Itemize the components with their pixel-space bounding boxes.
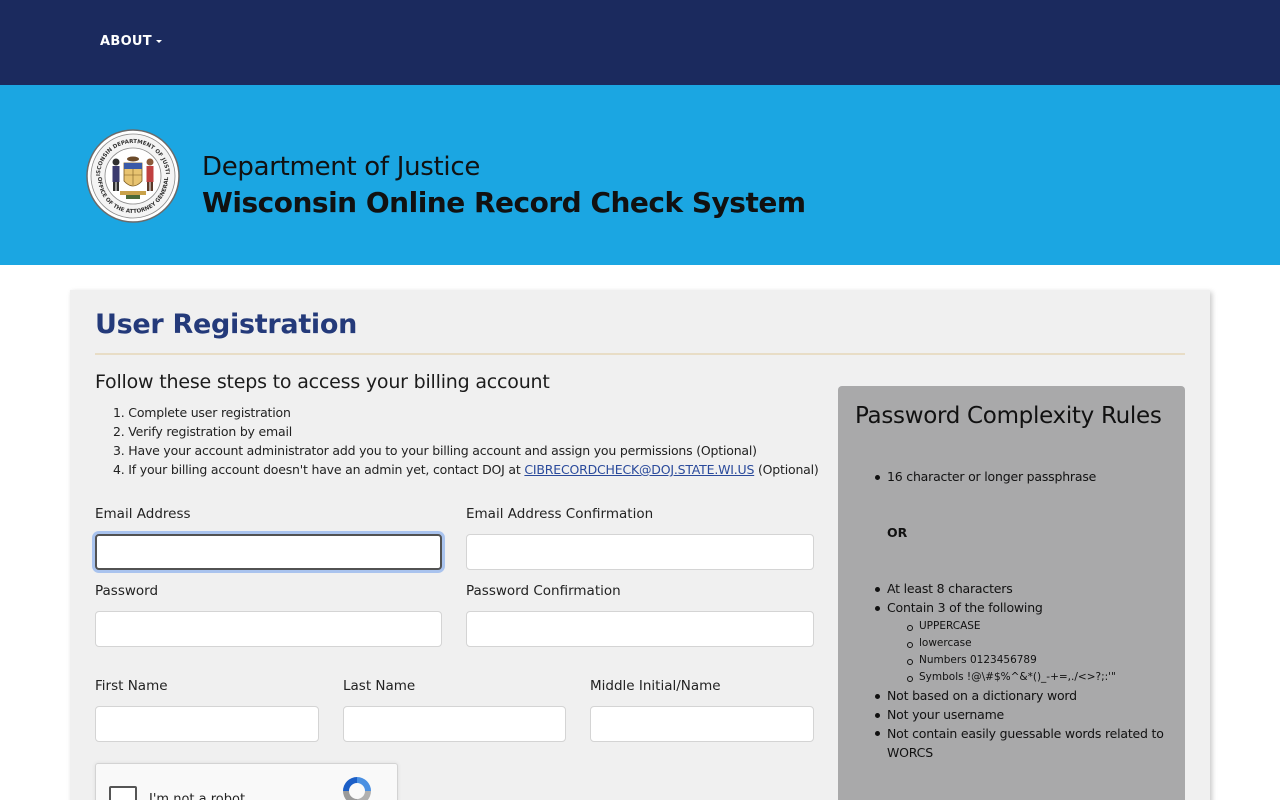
step4-text: 4. If your billing account doesn't have … [113,462,525,477]
doj-email-link[interactable]: CIBRECORDCHECK@DOJ.STATE.WI.US [524,462,754,477]
password-confirm-input[interactable] [466,611,814,647]
rule-guessable: Not contain easily guessable words relat… [875,725,1172,762]
password-confirm-label: Password Confirmation [466,583,621,599]
recaptcha-icon [343,777,371,800]
password-rules-title: Password Complexity Rules [855,403,1162,429]
steps-list: 1. Complete user registration 2. Verify … [113,403,819,479]
subrule-numbers: Numbers 0123456789 [907,654,1037,666]
list-item: 3. Have your account administrator add y… [113,443,757,458]
header-banner [0,85,1280,265]
rule-contain: Contain 3 of the following [875,600,1043,615]
middle-name-input[interactable] [590,706,814,742]
rule-dictionary: Not based on a dictionary word [875,688,1077,703]
subrule-symbols: Symbols !@\#$%^&*()_-+=,./<>?;:'" [907,671,1116,683]
title-divider [95,353,1185,355]
system-name: Wisconsin Online Record Check System [202,186,806,219]
email-confirm-input[interactable] [466,534,814,570]
recaptcha-label: I'm not a robot [149,792,246,800]
subrule-uppercase: UPPERCASE [907,620,981,632]
rule-min-chars: At least 8 characters [875,581,1013,596]
caret-down-icon [155,40,162,43]
recaptcha-widget: I'm not a robot [95,763,398,800]
page-title: User Registration [95,309,358,340]
first-name-input[interactable] [95,706,319,742]
rule-or: OR [887,525,908,540]
email-label: Email Address [95,506,191,522]
step4-suffix: (Optional) [754,462,819,477]
nav-about-label: ABOUT [100,34,152,49]
last-name-label: Last Name [343,678,416,694]
nav-about-menu[interactable]: ABOUT [100,34,162,49]
list-item: 1. Complete user registration [113,405,291,420]
email-input[interactable] [95,534,442,570]
first-name-label: First Name [95,678,168,694]
doj-seal-logo: WISCONSIN DEPARTMENT OF JUSTICE OFFICE O… [86,129,180,223]
email-confirm-label: Email Address Confirmation [466,506,654,522]
top-navigation: ABOUT [0,0,1280,85]
recaptcha-checkbox[interactable] [109,786,137,800]
steps-heading: Follow these steps to access your billin… [95,371,550,393]
middle-name-label: Middle Initial/Name [590,678,721,694]
department-name: Department of Justice [202,152,481,182]
rule-username: Not your username [874,707,1005,722]
password-label: Password [95,583,159,599]
list-item: 4. If your billing account doesn't have … [113,460,819,479]
list-item: 2. Verify registration by email [113,424,293,439]
last-name-input[interactable] [343,706,566,742]
password-input[interactable] [95,611,442,647]
subrule-lowercase: lowercase [907,637,972,649]
rule-passphrase: 16 character or longer passphrase [874,469,1097,484]
